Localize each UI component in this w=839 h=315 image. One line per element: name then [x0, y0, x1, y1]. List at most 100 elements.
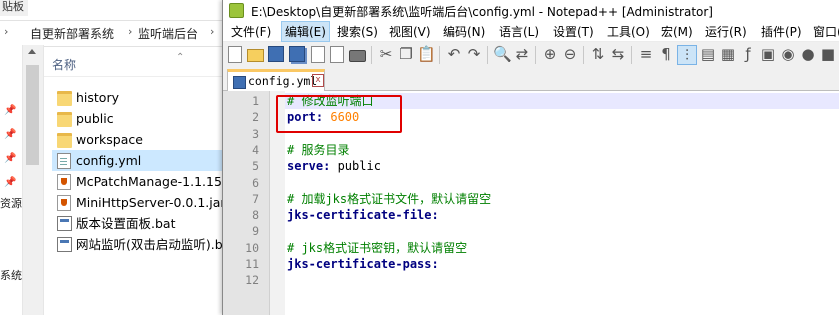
tab-config-yml[interactable]: config.yml x [227, 69, 325, 91]
menu-item[interactable]: 运行(R) [703, 23, 749, 40]
folder-workspace-icon[interactable]: ▣ [759, 45, 777, 63]
line-number: 9 [252, 224, 259, 239]
chevron-right-icon[interactable]: › [210, 25, 214, 38]
menu-item[interactable]: 窗口(W) [811, 23, 839, 40]
code-line[interactable]: serve: public [287, 158, 381, 174]
menu-item[interactable]: 编辑(E) [281, 21, 330, 42]
menu-item[interactable]: 编码(N) [441, 23, 487, 40]
copy-icon[interactable]: ❐ [397, 45, 415, 63]
file-name: MiniHttpServer-0.0.1.jar [76, 195, 226, 210]
toolbar: ✂ ❐ 📋 ↶ ↷ 🔍 ⇄ ⊕ ⊖ ⇅ ⇆ ≡ ¶ ⫶ ▤ ▦ ƒ ▣ ◉ ● … [223, 42, 839, 68]
monitoring-icon[interactable]: ◉ [779, 45, 797, 63]
file-name: workspace [76, 132, 143, 147]
save-icon[interactable] [268, 46, 284, 62]
close-icon[interactable] [311, 46, 325, 63]
menu-item[interactable]: 宏(M) [659, 23, 695, 40]
udl-icon[interactable]: ▤ [699, 45, 717, 63]
menu-item[interactable]: 文件(F) [229, 23, 273, 40]
menu-item[interactable]: 视图(V) [387, 23, 433, 40]
show-all-chars-icon[interactable]: ¶ [657, 45, 675, 63]
jar-file-icon [57, 174, 71, 190]
window-title: E:\Desktop\自更新部署系统\监听端后台\config.yml - No… [251, 5, 713, 19]
indent-guide-icon[interactable]: ⫶ [677, 45, 697, 65]
file-row[interactable]: workspace [52, 129, 230, 150]
title-bar[interactable]: E:\Desktop\自更新部署系统\监听端后台\config.yml - No… [223, 0, 839, 20]
chevron-right-icon[interactable]: › [128, 25, 132, 38]
folder-icon [57, 133, 72, 148]
scrollbar-thumb[interactable] [26, 65, 39, 165]
code-key: serve: [287, 159, 331, 174]
menu-item[interactable]: 插件(P) [759, 23, 804, 40]
open-file-icon[interactable] [247, 49, 264, 62]
bat-file-icon [57, 216, 72, 231]
nav-item-label[interactable]: 资源 [0, 195, 22, 211]
line-number-gutter: 1 2 3 4 5 6 7 8 9 10 11 12 [223, 91, 270, 315]
menu-item[interactable]: 工具(O) [605, 23, 652, 40]
chevron-right-icon[interactable]: › [4, 25, 8, 38]
file-row[interactable]: history [52, 87, 230, 108]
line-number: 11 [245, 257, 259, 271]
sync-h-icon[interactable]: ⇆ [609, 45, 627, 63]
cut-icon[interactable]: ✂ [377, 45, 395, 63]
stop-macro-icon[interactable]: ■ [819, 45, 837, 63]
tab-label: config.yml [248, 74, 318, 88]
file-row[interactable]: public [52, 108, 230, 129]
line-number: 8 [252, 208, 259, 223]
pin-icon[interactable]: 📌 [4, 129, 16, 140]
address-bar[interactable]: › 自更新部署系统 › 监听端后台 › [0, 20, 230, 47]
file-name: McPatchManage-1.1.15.ja [76, 174, 238, 189]
save-all-icon[interactable] [289, 46, 305, 62]
close-all-icon[interactable] [330, 46, 344, 63]
line-number: 6 [252, 175, 259, 190]
code-comment: # jks格式证书密钥，默认请留空 [287, 240, 468, 255]
code-line[interactable]: jks-certificate-pass: [287, 256, 439, 272]
function-list-icon[interactable]: ƒ [739, 45, 757, 63]
breadcrumb-item[interactable]: 监听端后台 [138, 25, 198, 42]
paste-icon[interactable]: 📋 [417, 45, 436, 63]
zoom-out-icon[interactable]: ⊖ [561, 45, 579, 63]
doc-map-icon[interactable]: ▦ [719, 45, 737, 63]
jar-file-icon [57, 195, 71, 211]
code-key: jks-certificate-pass: [287, 257, 439, 271]
menu-item[interactable]: 搜索(S) [335, 23, 380, 40]
nav-item-label[interactable]: 系统 [0, 267, 22, 283]
toolbar-separator [583, 46, 584, 64]
saved-file-icon [233, 76, 246, 89]
code-line[interactable]: # 加载jks格式证书文件，默认请留空 [287, 191, 491, 207]
code-line[interactable]: # jks格式证书密钥，默认请留空 [287, 240, 467, 256]
replace-icon[interactable]: ⇄ [513, 45, 531, 63]
code-line[interactable]: jks-certificate-file: [287, 207, 439, 223]
pin-icon[interactable]: 📌 [4, 105, 16, 116]
undo-icon[interactable]: ↶ [445, 45, 463, 63]
sync-v-icon[interactable]: ⇅ [589, 45, 607, 63]
find-icon[interactable]: 🔍 [493, 45, 512, 63]
pin-icon[interactable]: 📌 [4, 153, 16, 164]
file-name: config.yml [76, 153, 142, 168]
code-line[interactable]: # 服务目录 [287, 142, 349, 158]
menu-item[interactable]: 语言(L) [497, 23, 541, 40]
file-row[interactable]: config.yml [52, 150, 230, 171]
pin-icon[interactable]: 📌 [4, 177, 16, 188]
new-file-icon[interactable] [228, 46, 242, 63]
file-row[interactable]: 网站监听(双击启动监听).ba [52, 234, 230, 255]
line-number: 10 [245, 240, 259, 255]
menu-bar: 文件(F) 编辑(E) 搜索(S) 视图(V) 编码(N) 语言(L) 设置(T) 工具(O)… [223, 20, 839, 42]
column-header-name[interactable]: 名称 [52, 56, 76, 73]
redo-icon[interactable]: ↷ [465, 45, 483, 63]
tab-close-icon[interactable]: x [312, 74, 324, 87]
file-row[interactable]: 版本设置面板.bat [52, 213, 230, 234]
file-row[interactable]: McPatchManage-1.1.15.ja [52, 171, 237, 192]
file-row[interactable]: MiniHttpServer-0.0.1.jar [52, 192, 230, 213]
scroll-up-icon[interactable] [28, 49, 36, 54]
breadcrumb-item[interactable]: 自更新部署系统 [30, 25, 114, 42]
notepad-window: E:\Desktop\自更新部署系统\监听端后台\config.yml - No… [222, 0, 839, 315]
print-icon[interactable] [349, 50, 366, 62]
line-number: 5 [252, 159, 259, 174]
record-macro-icon[interactable]: ● [799, 45, 817, 63]
menu-item[interactable]: 设置(T) [551, 23, 596, 40]
navigation-scrollbar[interactable] [22, 45, 44, 315]
word-wrap-icon[interactable]: ≡ [637, 45, 655, 63]
zoom-in-icon[interactable]: ⊕ [541, 45, 559, 63]
code-value: public [330, 159, 381, 174]
tab-bar: config.yml x [223, 68, 839, 91]
